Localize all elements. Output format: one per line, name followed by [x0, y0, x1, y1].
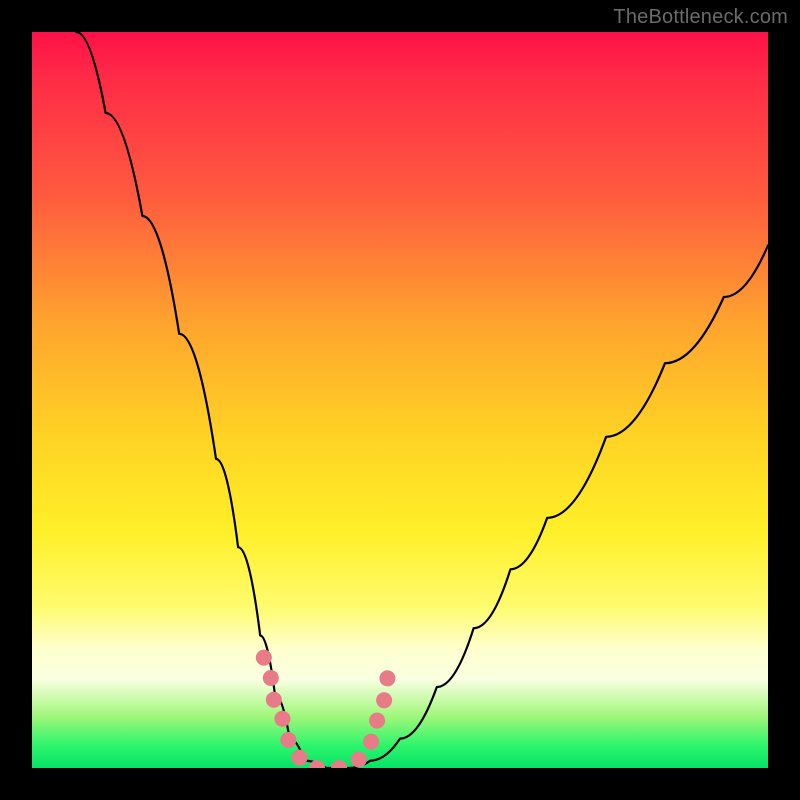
chart-svg	[32, 32, 768, 768]
bottleneck-curve	[76, 32, 768, 768]
series-container	[76, 32, 768, 768]
watermark-text: TheBottleneck.com	[613, 6, 788, 29]
plot-area	[32, 32, 768, 768]
chart-frame: TheBottleneck.com	[0, 0, 800, 800]
optimal-zone-marker	[264, 658, 389, 768]
